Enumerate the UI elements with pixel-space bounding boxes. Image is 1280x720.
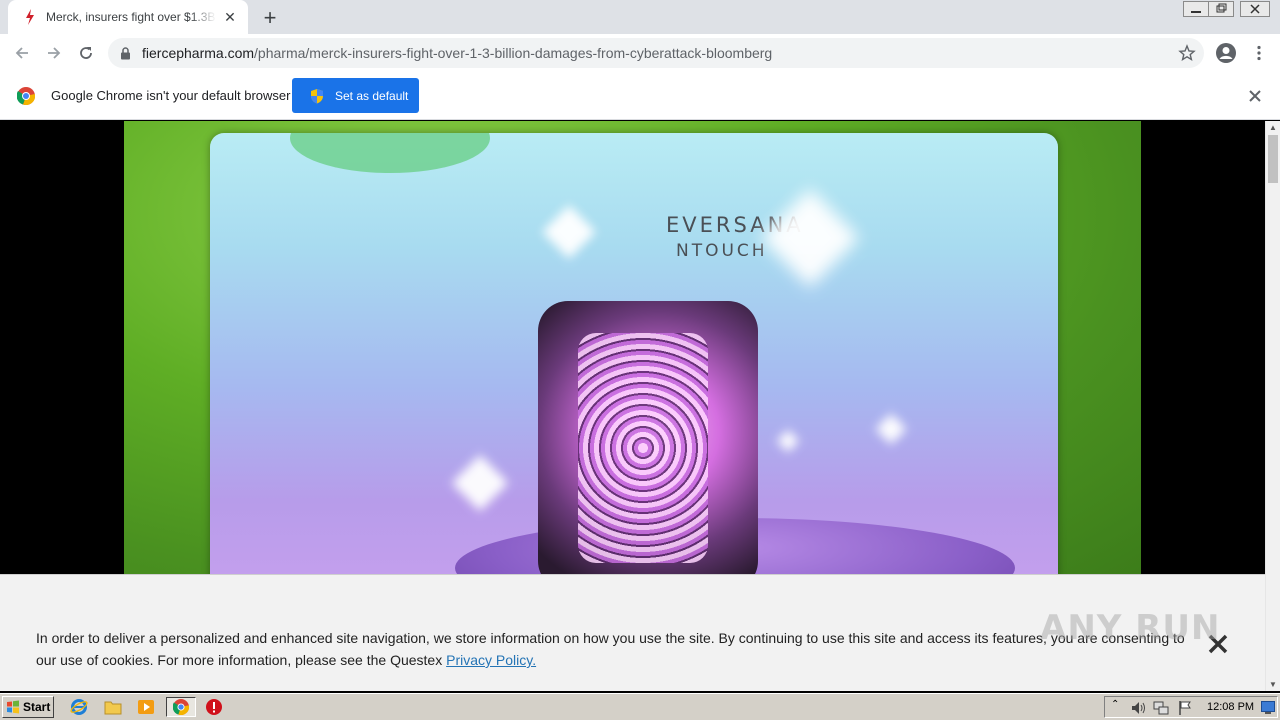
address-bar[interactable]: fiercepharma.com/pharma/merck-insurers-f… bbox=[108, 38, 1204, 68]
network-icon[interactable] bbox=[1153, 700, 1169, 716]
folder-icon[interactable] bbox=[102, 697, 124, 717]
fiercepharma-favicon-icon bbox=[22, 9, 38, 25]
tab-title: Merck, insurers fight over $1.3B in dama… bbox=[46, 10, 216, 24]
cookie-message: In order to deliver a personalized and e… bbox=[36, 627, 1186, 671]
chrome-logo-icon bbox=[17, 87, 35, 105]
browser-tab[interactable]: Merck, insurers fight over $1.3B in dama… bbox=[8, 0, 248, 34]
infobar-message: Google Chrome isn't your default browser bbox=[51, 88, 291, 103]
volume-icon[interactable] bbox=[1131, 701, 1147, 715]
chrome-menu-button[interactable] bbox=[1245, 39, 1273, 67]
start-label: Start bbox=[23, 700, 51, 714]
infobar-close-icon[interactable] bbox=[1247, 88, 1263, 104]
sparkle-shape bbox=[875, 413, 907, 445]
restore-icon bbox=[1208, 1, 1234, 17]
show-desktop-icon[interactable] bbox=[1261, 701, 1275, 714]
more-vertical-icon bbox=[1257, 45, 1261, 61]
tab-strip: Merck, insurers fight over $1.3B in dama… bbox=[0, 0, 1280, 34]
close-window-button[interactable] bbox=[1240, 0, 1270, 18]
reload-button[interactable] bbox=[72, 39, 100, 67]
ie-icon[interactable] bbox=[68, 697, 90, 717]
vertical-scrollbar[interactable]: ▲ ▼ bbox=[1265, 121, 1280, 691]
taskbar-clock[interactable]: 12:08 PM bbox=[1207, 701, 1254, 713]
sparkle-shape bbox=[542, 205, 596, 259]
minimize-button[interactable] bbox=[1183, 0, 1209, 18]
forward-arrow-icon bbox=[48, 47, 61, 59]
ad-screen: EVERSANA NTOUCH bbox=[210, 133, 1058, 581]
alert-icon[interactable] bbox=[203, 697, 225, 717]
tab-close-icon[interactable]: ✕ bbox=[222, 9, 238, 25]
set-as-default-label: Set as default bbox=[335, 88, 409, 103]
profile-button[interactable] bbox=[1212, 39, 1240, 67]
anyrun-watermark: ANY RUN bbox=[1040, 608, 1221, 648]
sparkle-shape bbox=[451, 454, 509, 512]
url-path: /pharma/merck-insurers-fight-over-1-3-bi… bbox=[254, 45, 773, 61]
reload-icon bbox=[80, 47, 92, 59]
scroll-down-icon[interactable]: ▼ bbox=[1269, 680, 1277, 689]
chrome-icon[interactable] bbox=[166, 697, 196, 717]
back-arrow-icon bbox=[15, 47, 28, 59]
forward-button[interactable] bbox=[40, 39, 68, 67]
beaded-sculpture-letters bbox=[578, 333, 708, 563]
privacy-policy-link[interactable]: Privacy Policy. bbox=[446, 652, 536, 668]
system-tray: ⌃ 12:08 PM bbox=[1104, 696, 1278, 718]
start-button[interactable]: Start bbox=[2, 696, 54, 718]
video-ad-banner[interactable]: EVERSANA NTOUCH bbox=[124, 121, 1141, 581]
new-tab-button[interactable]: + bbox=[258, 5, 282, 30]
sparkle-shape bbox=[776, 429, 800, 453]
windows-flag-icon bbox=[7, 700, 19, 714]
minimize-icon bbox=[1183, 1, 1209, 17]
browser-toolbar: fiercepharma.com/pharma/merck-insurers-f… bbox=[0, 34, 1280, 72]
scrollbar-thumb[interactable] bbox=[1268, 135, 1278, 183]
set-as-default-button[interactable]: Set as default bbox=[292, 78, 419, 113]
url-host: fiercepharma.com bbox=[142, 45, 255, 61]
default-browser-infobar: Google Chrome isn't your default browser… bbox=[0, 72, 1280, 120]
restore-button[interactable] bbox=[1208, 0, 1234, 18]
url-text: fiercepharma.com/pharma/merck-insurers-f… bbox=[142, 45, 772, 61]
sparkle-shape bbox=[760, 188, 860, 288]
cookie-text: In order to deliver a personalized and e… bbox=[36, 630, 1185, 668]
ad-brand-line2: NTOUCH bbox=[676, 241, 768, 261]
bookmark-star-icon[interactable] bbox=[1178, 44, 1196, 62]
show-hidden-icons-icon[interactable]: ⌃ bbox=[1111, 699, 1119, 710]
uac-shield-icon bbox=[311, 88, 323, 103]
account-icon bbox=[1216, 43, 1236, 63]
action-center-flag-icon[interactable] bbox=[1177, 700, 1193, 716]
media-player-icon[interactable] bbox=[135, 697, 157, 717]
close-window-icon bbox=[1240, 1, 1270, 17]
back-button[interactable] bbox=[8, 39, 36, 67]
green-slime-shape bbox=[290, 133, 490, 173]
lock-icon bbox=[120, 46, 134, 60]
scroll-up-icon[interactable]: ▲ bbox=[1269, 123, 1277, 132]
windows-taskbar: Start ⌃ 12:08 PM bbox=[0, 693, 1280, 720]
